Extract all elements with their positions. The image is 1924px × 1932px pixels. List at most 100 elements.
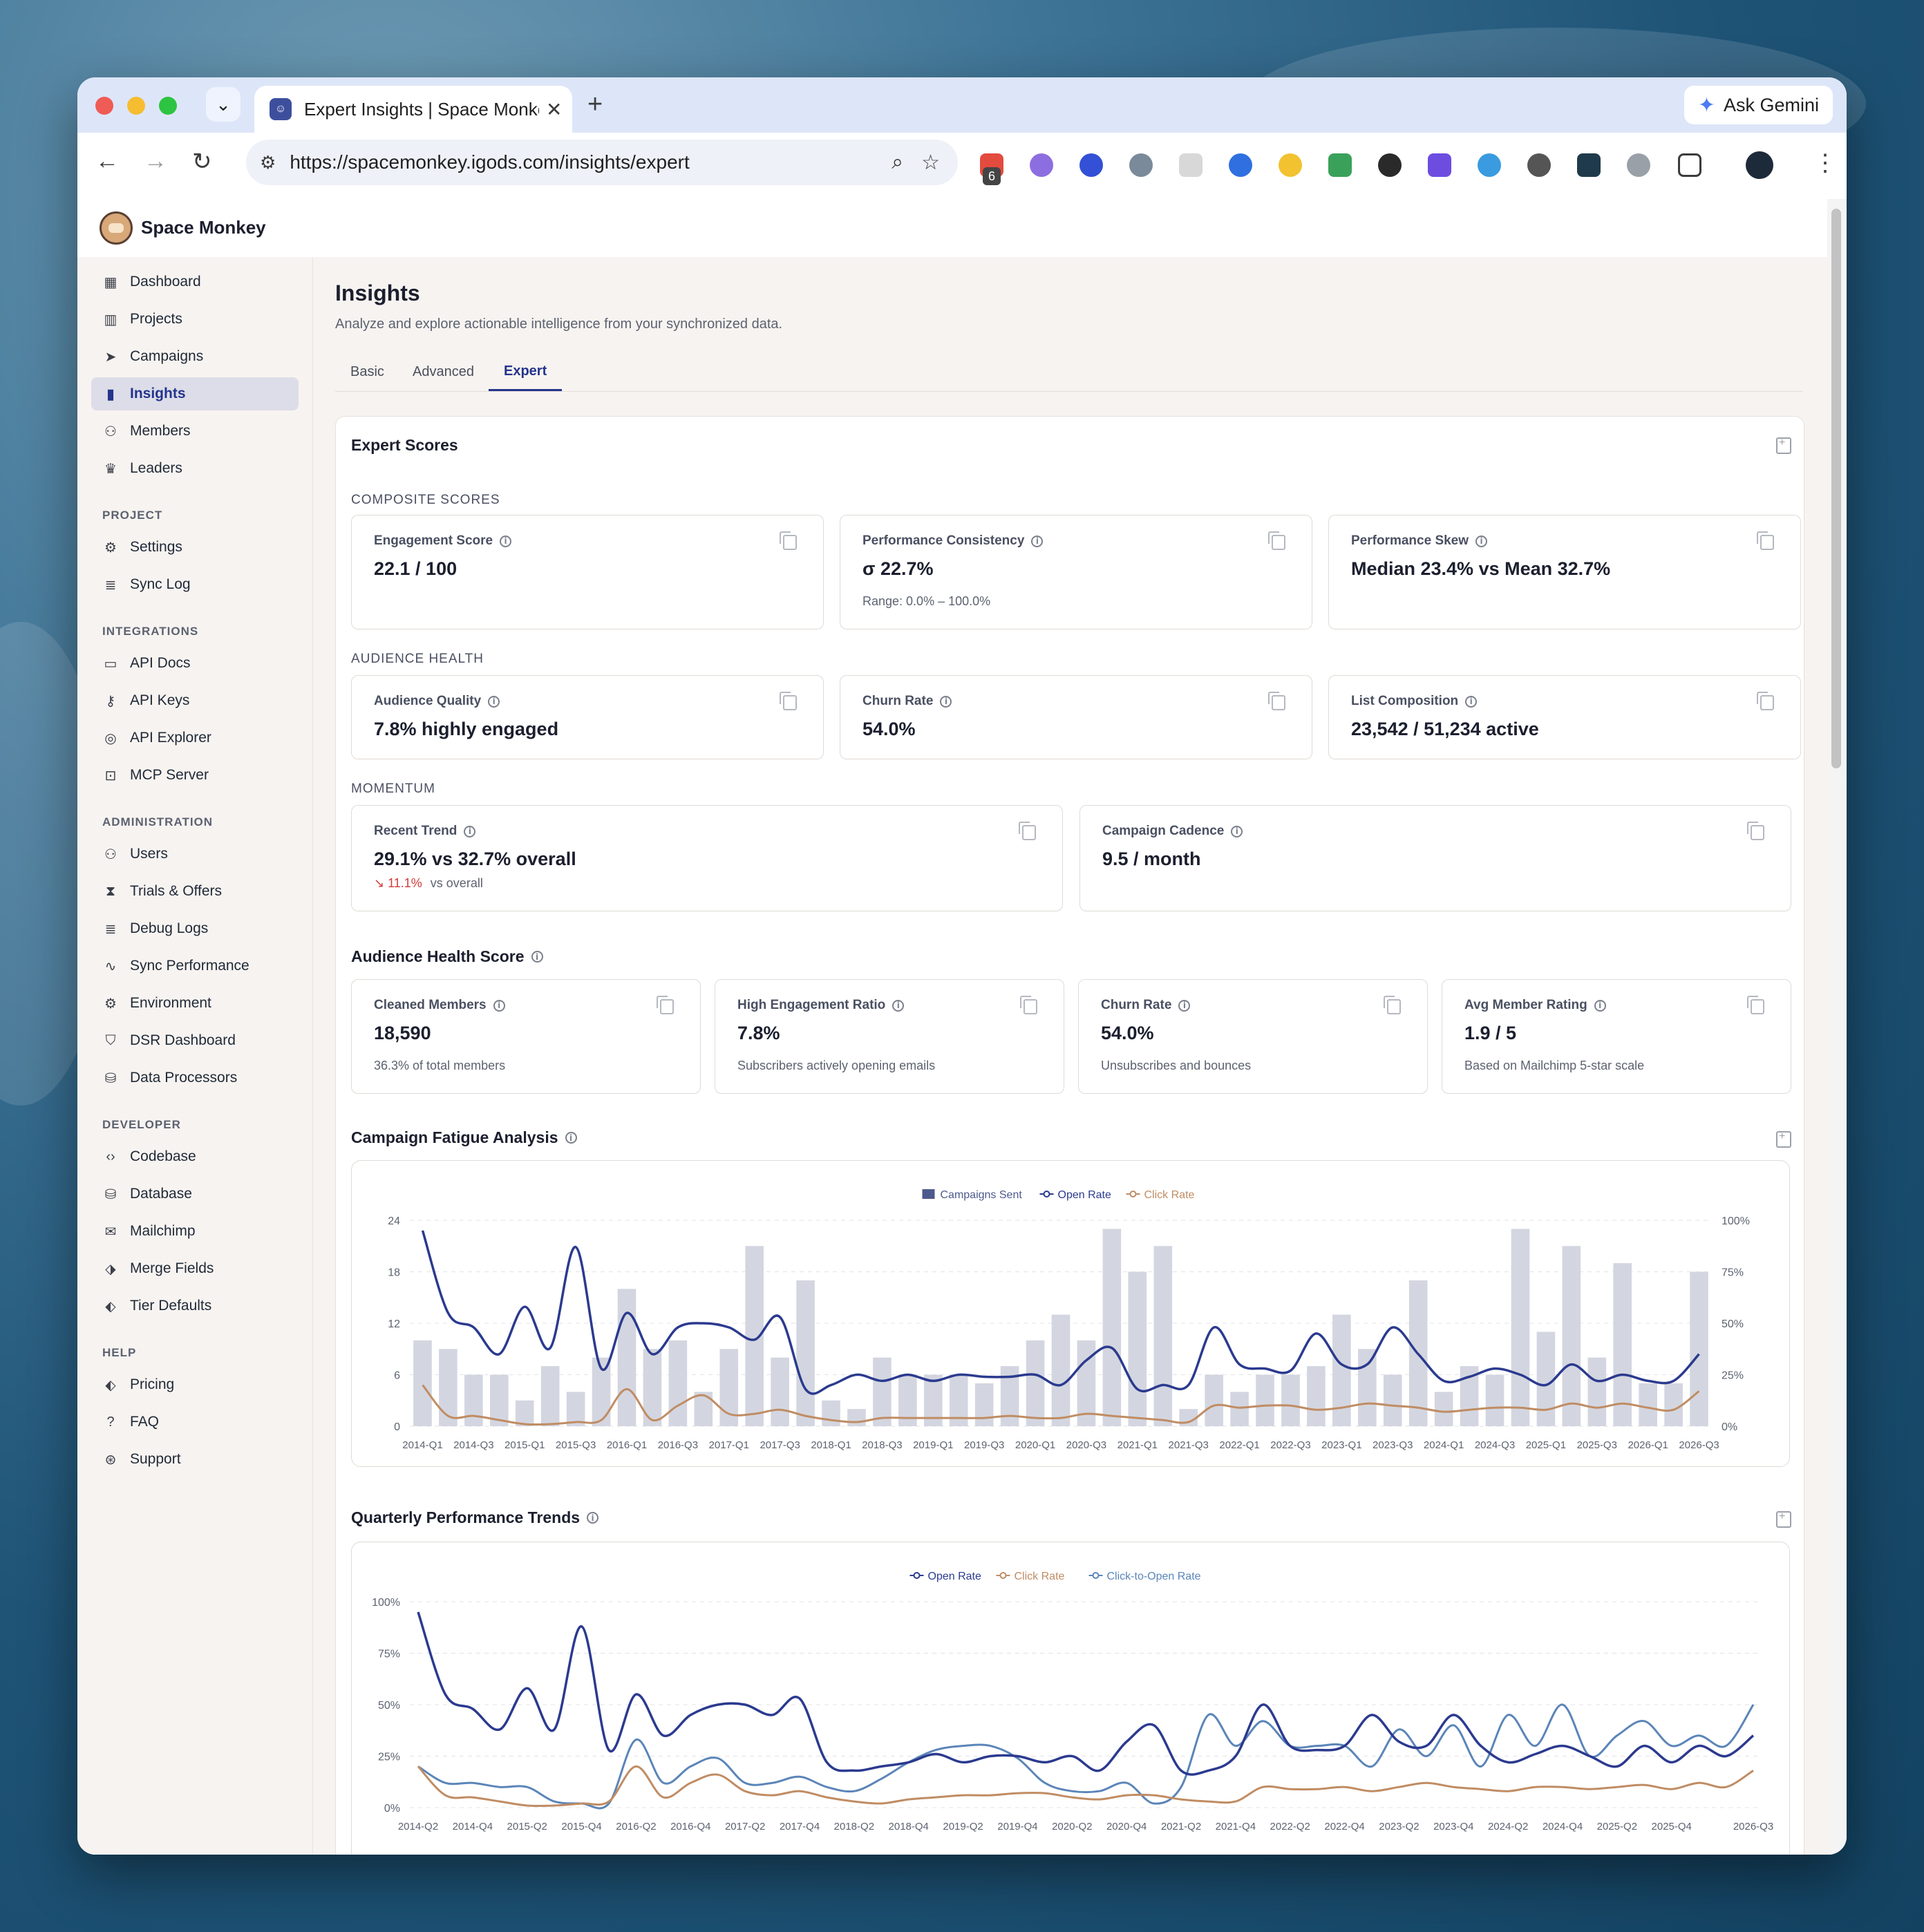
- sidebar-item-mcp-server[interactable]: ⊡ MCP Server: [91, 759, 299, 792]
- sidebar-item-support[interactable]: ⊛ Support: [91, 1443, 299, 1476]
- copy-icon[interactable]: [1020, 996, 1037, 1014]
- sidebar-item-members[interactable]: ⚇ Members: [91, 415, 299, 448]
- info-icon[interactable]: i: [940, 695, 952, 708]
- bookmark-star-icon[interactable]: ☆: [921, 151, 940, 175]
- info-icon[interactable]: i: [1178, 999, 1191, 1012]
- back-arrow-icon[interactable]: ←: [95, 148, 119, 175]
- extension-shield-icon[interactable]: [1328, 153, 1352, 177]
- close-icon[interactable]: ✕: [546, 98, 562, 121]
- extension-link-icon[interactable]: [1079, 153, 1103, 177]
- info-icon[interactable]: i: [1465, 695, 1478, 708]
- copy-icon[interactable]: [1268, 531, 1285, 550]
- forward-arrow-icon[interactable]: →: [144, 148, 167, 175]
- extension-satellite-icon[interactable]: [1129, 153, 1153, 177]
- space-monkey-logo[interactable]: [100, 211, 133, 245]
- copy-icon[interactable]: [1384, 996, 1401, 1014]
- sidebar-item-leaders[interactable]: ♛ Leaders: [91, 452, 299, 485]
- sidebar-item-campaigns[interactable]: ➤ Campaigns: [91, 340, 299, 373]
- browser-tab[interactable]: ☺ Expert Insights | Space Monkey ✕: [254, 86, 572, 133]
- sidebar-item-dashboard[interactable]: ▦ Dashboard: [91, 265, 299, 299]
- sidebar-item-api-docs[interactable]: ▭ API Docs: [91, 647, 299, 680]
- copy-icon[interactable]: [1747, 822, 1764, 840]
- sidebar-item-environment[interactable]: ⚙ Environment: [91, 987, 299, 1020]
- sidebar-item-label: Debug Logs: [130, 920, 209, 936]
- extension-tag-icon[interactable]: [1229, 153, 1252, 177]
- info-icon[interactable]: i: [565, 1132, 577, 1144]
- extension-circle-icon[interactable]: [1627, 153, 1650, 177]
- sidebar-item-data-processors[interactable]: ⛁ Data Processors: [91, 1061, 299, 1095]
- extension-badge: 6: [983, 167, 1001, 185]
- sidebar-item-debug-logs[interactable]: ≣ Debug Logs: [91, 912, 299, 945]
- copy-icon[interactable]: [780, 692, 797, 710]
- minimize-window-button[interactable]: [127, 97, 145, 115]
- info-icon[interactable]: i: [1594, 999, 1606, 1012]
- copy-icon[interactable]: [1747, 996, 1764, 1014]
- extension-gear-icon[interactable]: [1030, 153, 1053, 177]
- extensions-puzzle-icon[interactable]: [1678, 153, 1701, 177]
- info-icon[interactable]: i: [1475, 535, 1488, 547]
- copy-icon[interactable]: [657, 996, 674, 1014]
- extension-chart-icon[interactable]: [1577, 153, 1601, 177]
- copy-icon[interactable]: [1268, 692, 1285, 710]
- tab-advanced[interactable]: Advanced: [413, 354, 474, 390]
- copy-panel-icon[interactable]: [1776, 437, 1791, 454]
- extension-w-icon[interactable]: [1527, 153, 1551, 177]
- sidebar-item-trials-offers[interactable]: ⧗ Trials & Offers: [91, 875, 299, 908]
- brand-name[interactable]: Space Monkey: [141, 217, 266, 238]
- sidebar-item-sync-performance[interactable]: ∿ Sync Performance: [91, 949, 299, 983]
- tab-basic[interactable]: Basic: [350, 354, 384, 390]
- card-label-text: Campaign Cadence: [1102, 824, 1225, 838]
- sidebar-item-dsr-dashboard[interactable]: ⛉ DSR Dashboard: [91, 1024, 299, 1057]
- copy-icon[interactable]: [1019, 822, 1036, 840]
- info-icon[interactable]: i: [1031, 535, 1044, 547]
- sidebar-item-settings[interactable]: ⚙ Settings: [91, 531, 299, 564]
- sidebar-item-sync-log[interactable]: ≣ Sync Log: [91, 568, 299, 601]
- copy-chart-icon[interactable]: [1776, 1510, 1791, 1528]
- reload-icon[interactable]: ↻: [192, 148, 212, 176]
- sidebar-item-pricing[interactable]: ⬖ Pricing: [91, 1368, 299, 1401]
- more-menu-icon[interactable]: ⋮: [1813, 149, 1837, 177]
- ask-gemini-button[interactable]: ✦ Ask Gemini: [1684, 86, 1833, 124]
- profile-avatar[interactable]: [1746, 151, 1773, 179]
- x-tick-label: 2026-Q3: [1733, 1821, 1773, 1832]
- info-icon[interactable]: i: [531, 951, 543, 963]
- sidebar-item-tier-defaults[interactable]: ⬖ Tier Defaults: [91, 1289, 299, 1323]
- sidebar-item-faq[interactable]: ? FAQ: [91, 1405, 299, 1439]
- sidebar-item-api-explorer[interactable]: ◎ API Explorer: [91, 721, 299, 755]
- site-favicon-icon: ☺: [270, 98, 292, 120]
- info-icon[interactable]: i: [587, 1512, 599, 1524]
- url-text[interactable]: https://spacemonkey.igods.com/insights/e…: [290, 151, 892, 173]
- close-window-button[interactable]: [95, 97, 113, 115]
- sidebar-item-api-keys[interactable]: ⚷ API Keys: [91, 684, 299, 717]
- copy-icon[interactable]: [1757, 531, 1774, 550]
- info-icon[interactable]: i: [488, 695, 500, 708]
- maximize-window-button[interactable]: [159, 97, 177, 115]
- sidebar-item-users[interactable]: ⚇ Users: [91, 837, 299, 871]
- sidebar-item-codebase[interactable]: ‹› Codebase: [91, 1140, 299, 1173]
- sidebar-item-merge-fields[interactable]: ⬗ Merge Fields: [91, 1252, 299, 1285]
- info-icon[interactable]: i: [500, 535, 512, 547]
- info-icon[interactable]: i: [493, 999, 505, 1012]
- tab-search-button[interactable]: ⌄: [206, 87, 240, 122]
- extension-sitemap-icon[interactable]: [1428, 153, 1451, 177]
- new-tab-button[interactable]: +: [587, 90, 603, 120]
- extension-owl-icon[interactable]: [1378, 153, 1402, 177]
- copy-icon[interactable]: [780, 531, 797, 550]
- sidebar-item-projects[interactable]: ▥ Projects: [91, 303, 299, 336]
- extension-duck-icon[interactable]: [1279, 153, 1302, 177]
- scrollbar-thumb[interactable]: [1831, 209, 1841, 768]
- info-icon[interactable]: i: [464, 825, 476, 837]
- sidebar-item-database[interactable]: ⛁ Database: [91, 1177, 299, 1211]
- tab-expert[interactable]: Expert: [489, 354, 563, 391]
- site-settings-icon[interactable]: ⚙: [260, 152, 276, 173]
- zoom-icon[interactable]: ⌕: [892, 151, 903, 174]
- copy-chart-icon[interactable]: [1776, 1130, 1791, 1148]
- sidebar-item-insights[interactable]: ▮ Insights: [91, 377, 299, 410]
- extension-page-icon[interactable]: [1179, 153, 1202, 177]
- copy-icon[interactable]: [1757, 692, 1774, 710]
- info-icon[interactable]: i: [892, 999, 905, 1012]
- sidebar-item-mailchimp[interactable]: ✉ Mailchimp: [91, 1215, 299, 1248]
- info-icon[interactable]: i: [1231, 825, 1243, 837]
- extension-bug-icon[interactable]: [1478, 153, 1501, 177]
- address-bar[interactable]: ⚙ https://spacemonkey.igods.com/insights…: [246, 140, 958, 185]
